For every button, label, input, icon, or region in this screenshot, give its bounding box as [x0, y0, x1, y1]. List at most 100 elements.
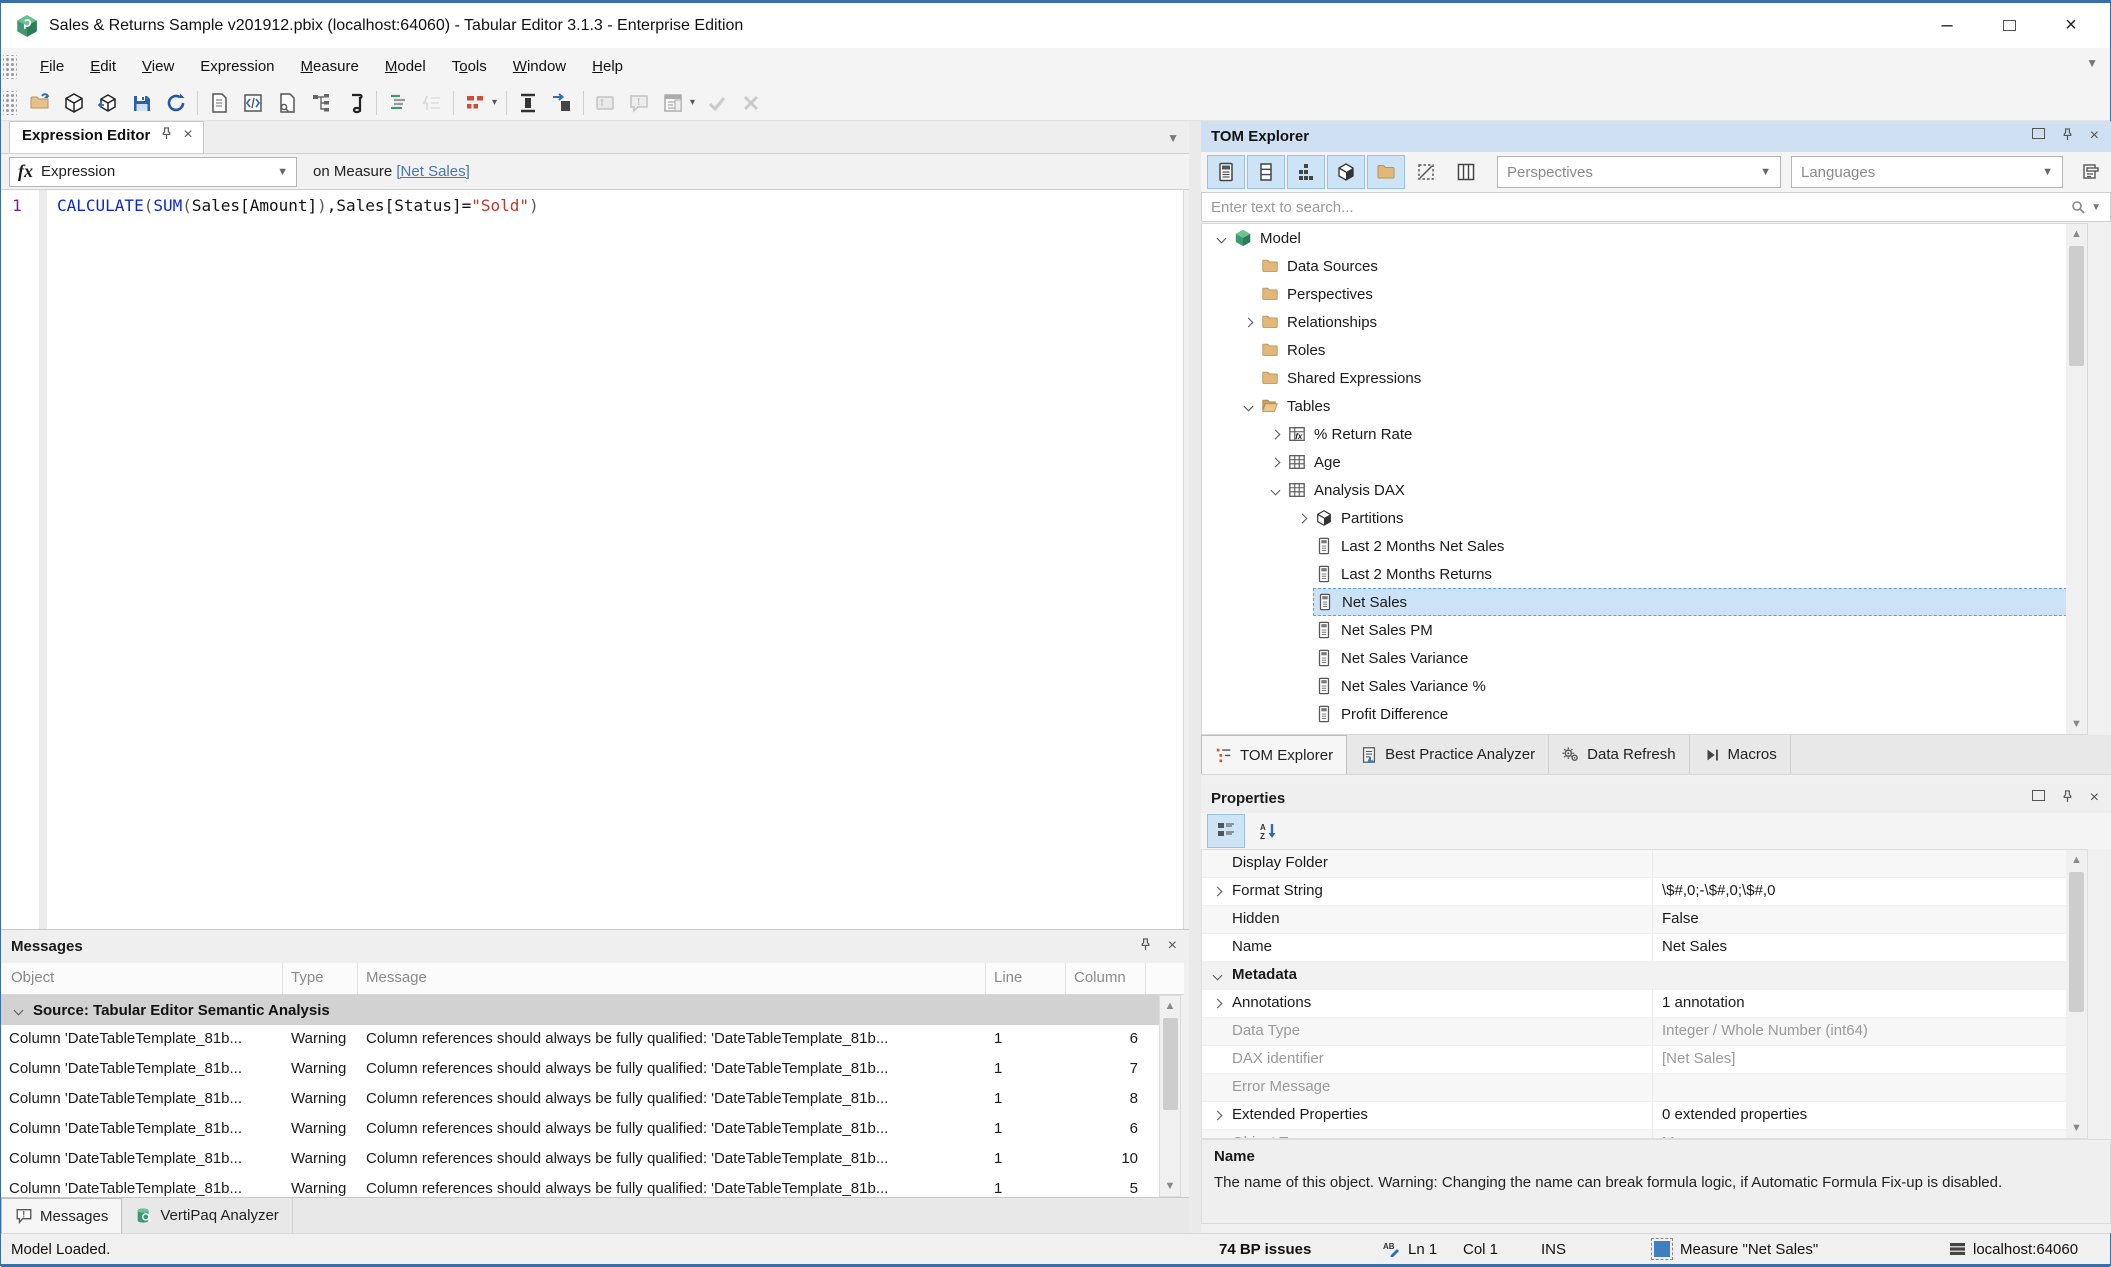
chevron-right-icon[interactable] — [1206, 1000, 1228, 1007]
message-row[interactable]: Column 'DateTableTemplate_81b...WarningC… — [1, 1115, 1159, 1145]
close-icon[interactable]: × — [1168, 938, 1177, 955]
deploy-model-icon[interactable] — [57, 88, 91, 118]
property-row-dax-identifier[interactable]: DAX identifier[Net Sales] — [1202, 1046, 2087, 1074]
property-value[interactable] — [1652, 962, 2087, 989]
alphabetical-sort-icon[interactable]: AZ — [1249, 814, 1287, 848]
selection-rect-icon[interactable] — [588, 88, 622, 118]
columns-filter-icon[interactable] — [1247, 155, 1285, 189]
property-row-data-type[interactable]: Data TypeInteger / Whole Number (int64) — [1202, 1018, 2087, 1046]
chevron-right-icon[interactable] — [1264, 431, 1286, 438]
close-icon[interactable]: × — [2090, 128, 2099, 145]
close-button[interactable]: × — [2040, 3, 2102, 48]
message-row[interactable]: Column 'DateTableTemplate_81b...WarningC… — [1, 1085, 1159, 1115]
message-row[interactable]: Column 'DateTableTemplate_81b...WarningC… — [1, 1055, 1159, 1085]
column-tools-icon[interactable] — [511, 88, 545, 118]
property-value[interactable] — [1652, 850, 2087, 877]
property-value[interactable]: Net Sales — [1652, 934, 2087, 961]
message-row[interactable]: Column 'DateTableTemplate_81b...WarningC… — [1, 1025, 1159, 1055]
property-value[interactable]: [Net Sales] — [1652, 1046, 2087, 1073]
expression-type-dropdown[interactable]: fx Expression ▼ — [9, 157, 297, 187]
partitions-filter-icon[interactable] — [1327, 155, 1365, 189]
comment-icon[interactable]: ! — [622, 88, 656, 118]
tab-tom-explorer[interactable]: TOM Explorer — [1201, 735, 1347, 774]
pin-icon[interactable] — [2061, 128, 2074, 145]
messages-column-column[interactable]: Column — [1066, 963, 1146, 994]
menu-edit[interactable]: Edit — [77, 52, 129, 81]
chevron-right-icon[interactable] — [1264, 459, 1286, 466]
messages-column-message[interactable]: Message — [358, 963, 986, 994]
bp-issues-badge[interactable]: 74 BP issues — [1219, 1241, 1311, 1258]
messages-column-line[interactable]: Line — [986, 963, 1066, 994]
chevron-down-icon[interactable] — [1264, 487, 1286, 494]
property-row-annotations[interactable]: Annotations1 annotation — [1202, 990, 2087, 1018]
chevron-down-icon[interactable] — [1237, 403, 1259, 410]
measures-filter-icon[interactable] — [1207, 155, 1245, 189]
window-layout-icon[interactable] — [656, 88, 690, 118]
tree-item-relationships[interactable]: Relationships — [1202, 308, 2087, 336]
dax-query-icon[interactable] — [270, 88, 304, 118]
minimize-button[interactable]: – — [1916, 3, 1978, 48]
property-value[interactable] — [1652, 1074, 2087, 1101]
open-file-icon[interactable] — [23, 88, 57, 118]
tree-item-net-sales[interactable]: Net Sales — [1202, 588, 2087, 616]
chevron-down-icon[interactable] — [1210, 235, 1232, 242]
diagram-icon[interactable] — [304, 88, 338, 118]
property-value[interactable]: \$#,0;-\$#,0;\$#,0 — [1652, 878, 2087, 905]
tree-item-partitions[interactable]: Partitions — [1202, 504, 2087, 532]
save-icon[interactable] — [125, 88, 159, 118]
messages-scrollbar[interactable]: ▲ ▼ — [1159, 995, 1181, 1197]
property-value[interactable]: 0 extended properties — [1652, 1102, 2087, 1129]
tree-item-last-2-months-net-sales[interactable]: Last 2 Months Net Sales — [1202, 532, 2087, 560]
chevron-right-icon[interactable] — [1206, 1112, 1228, 1119]
chevron-right-icon[interactable] — [1206, 888, 1228, 895]
tree-item-roles[interactable]: Roles — [1202, 336, 2087, 364]
property-row-metadata[interactable]: Metadata — [1202, 962, 2087, 990]
menu-view[interactable]: View — [129, 52, 187, 81]
scroll-up-icon[interactable]: ▲ — [2066, 224, 2087, 244]
scroll-up-icon[interactable]: ▲ — [2066, 850, 2087, 870]
pin-icon[interactable] — [2061, 790, 2074, 807]
best-practice-red-icon[interactable] — [458, 88, 492, 118]
tree-item-shared-expressions[interactable]: Shared Expressions — [1202, 364, 2087, 392]
perspectives-dropdown[interactable]: Perspectives ▼ — [1497, 156, 1781, 188]
accept-icon[interactable] — [700, 88, 734, 118]
tree-item-profit-difference[interactable]: Profit Difference — [1202, 700, 2087, 728]
menu-expression[interactable]: Expression — [187, 52, 287, 81]
format-alt-icon[interactable] — [415, 88, 449, 118]
toolbar-drag-handle[interactable] — [3, 91, 17, 115]
menu-drag-handle[interactable] — [3, 55, 17, 79]
tab-macros[interactable]: Macros — [1690, 735, 1791, 774]
menu-file[interactable]: File — [27, 52, 77, 81]
tree-item-model[interactable]: Model — [1202, 224, 2087, 252]
import-model-icon[interactable] — [91, 88, 125, 118]
tab-best-practice-analyzer[interactable]: Best Practice Analyzer — [1347, 735, 1549, 774]
refresh-translations-icon[interactable] — [2071, 155, 2109, 189]
chevron-down-icon[interactable] — [1206, 972, 1228, 979]
chevron-right-icon[interactable] — [1237, 319, 1259, 326]
tree-item-last-2-months-returns[interactable]: Last 2 Months Returns — [1202, 560, 2087, 588]
property-row-name[interactable]: NameNet Sales — [1202, 934, 2087, 962]
tree-scrollbar[interactable]: ▲ ▼ — [2066, 224, 2087, 734]
panel-menu-icon[interactable]: ▼ — [1167, 131, 1179, 145]
chevron-right-icon[interactable] — [1291, 515, 1313, 522]
scroll-down-icon[interactable]: ▼ — [2066, 714, 2087, 734]
property-row-error-message[interactable]: Error Message — [1202, 1074, 2087, 1102]
scroll-up-icon[interactable]: ▲ — [1160, 996, 1180, 1016]
cancel-icon[interactable] — [734, 88, 768, 118]
close-icon[interactable]: × — [2090, 790, 2099, 807]
maximize-button[interactable] — [1978, 3, 2040, 48]
tab-vertipaq-analyzer[interactable]: VertiPaq Analyzer — [122, 1198, 292, 1233]
message-row[interactable]: Column 'DateTableTemplate_81b...WarningC… — [1, 1145, 1159, 1175]
properties-scrollbar[interactable]: ▲ ▼ — [2066, 850, 2087, 1138]
property-value[interactable]: False — [1652, 906, 2087, 933]
categorized-view-icon[interactable] — [1207, 814, 1245, 848]
property-value[interactable]: Integer / Whole Number (int64) — [1652, 1018, 2087, 1045]
tree-item-tables[interactable]: Tables — [1202, 392, 2087, 420]
chevron-down-icon[interactable]: ▾ — [492, 97, 502, 108]
menu-tools[interactable]: Tools — [439, 52, 500, 81]
menu-model[interactable]: Model — [372, 52, 439, 81]
property-row-display-folder[interactable]: Display Folder — [1202, 850, 2087, 878]
tree-item-return-rate[interactable]: fx% Return Rate — [1202, 420, 2087, 448]
tab-messages[interactable]: !Messages — [1, 1198, 122, 1233]
script-document-icon[interactable] — [236, 88, 270, 118]
